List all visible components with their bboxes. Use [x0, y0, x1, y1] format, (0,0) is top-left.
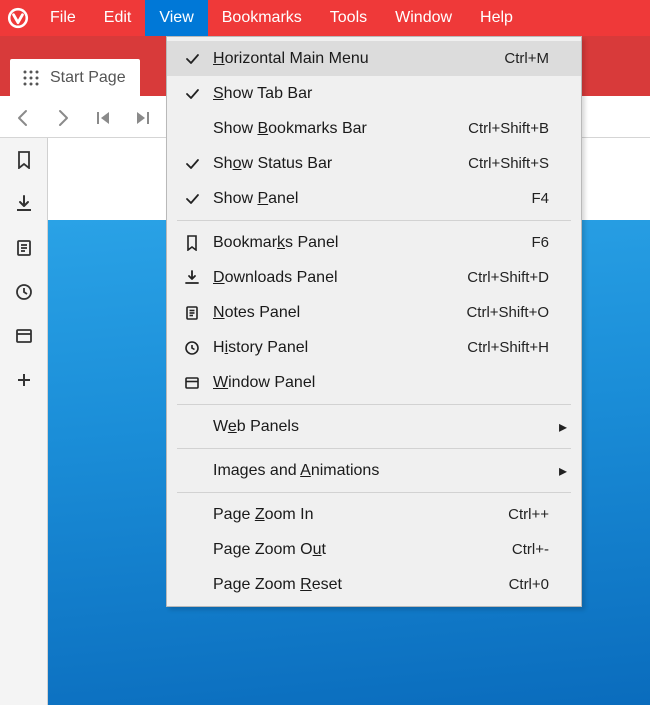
- menu-item-show-tab-bar[interactable]: Show Tab Bar: [167, 76, 581, 111]
- menu-item-shortcut: Ctrl+Shift+S: [439, 155, 549, 172]
- menu-item-label: Window Panel: [207, 374, 439, 392]
- rewind-button[interactable]: [90, 105, 116, 131]
- chevron-right-icon: ▸: [549, 417, 567, 437]
- menu-item-label: Notes Panel: [207, 304, 439, 322]
- menu-item-shortcut: Ctrl++: [439, 506, 549, 523]
- menu-item-shortcut: Ctrl+Shift+H: [439, 339, 549, 356]
- side-panel: [0, 138, 48, 705]
- menu-window[interactable]: Window: [381, 0, 466, 36]
- menu-item-label: Show Bookmarks Bar: [207, 120, 439, 138]
- menu-item-label: Show Status Bar: [207, 155, 439, 173]
- menu-item-label: Show Tab Bar: [207, 85, 439, 103]
- menu-item-panel[interactable]: Show PanelF4: [167, 181, 581, 216]
- menu-item-shortcut: Ctrl+Shift+B: [439, 120, 549, 137]
- menu-item-shortcut: Ctrl+Shift+O: [439, 304, 549, 321]
- menu-tools[interactable]: Tools: [316, 0, 381, 36]
- menu-separator: [177, 404, 571, 405]
- menu-item-ut[interactable]: Page Zoom OutCtrl+-: [167, 532, 581, 567]
- panel-history-button[interactable]: [12, 280, 36, 304]
- menu-bookmarks[interactable]: Bookmarks: [208, 0, 316, 36]
- menu-item-notes-panel[interactable]: Notes PanelCtrl+Shift+O: [167, 295, 581, 330]
- menu-item-shortcut: Ctrl+M: [439, 50, 549, 67]
- panel-notes-button[interactable]: [12, 236, 36, 260]
- menu-item-istory-panel[interactable]: History PanelCtrl+Shift+H: [167, 330, 581, 365]
- menu-item-ks-panel[interactable]: Bookmarks PanelF6: [167, 225, 581, 260]
- panel-add-button[interactable]: [12, 368, 36, 392]
- menu-item-animations[interactable]: Images and Animations ▸: [167, 453, 581, 488]
- forward-button[interactable]: [50, 105, 76, 131]
- menu-item-reset[interactable]: Page Zoom ResetCtrl+0: [167, 567, 581, 602]
- vivaldi-logo-icon[interactable]: [0, 0, 36, 36]
- history-icon: [177, 340, 207, 356]
- menu-item-eb-panels[interactable]: Web Panels ▸: [167, 409, 581, 444]
- menu-item-zoom-in[interactable]: Page Zoom InCtrl++: [167, 497, 581, 532]
- apps-grid-icon: [18, 65, 44, 91]
- menu-item-label: History Panel: [207, 339, 439, 357]
- menu-separator: [177, 448, 571, 449]
- back-button[interactable]: [10, 105, 36, 131]
- menu-item-shortcut: Ctrl+0: [439, 576, 549, 593]
- download-icon: [177, 270, 207, 286]
- menu-item-label: Web Panels: [207, 418, 439, 436]
- fast-forward-button[interactable]: [130, 105, 156, 131]
- window-icon: [177, 375, 207, 391]
- menu-separator: [177, 220, 571, 221]
- chevron-right-icon: ▸: [549, 461, 567, 481]
- menu-item-label: Images and Animations: [207, 462, 439, 480]
- check-icon: [177, 156, 207, 172]
- menu-item-shortcut: F6: [439, 234, 549, 251]
- bookmark-icon: [177, 235, 207, 251]
- check-icon: [177, 51, 207, 67]
- notes-icon: [177, 305, 207, 321]
- tab-start-page[interactable]: Start Page: [10, 59, 140, 97]
- menu-item-shortcut: Ctrl+Shift+D: [439, 269, 549, 286]
- menu-help[interactable]: Help: [466, 0, 527, 36]
- panel-downloads-button[interactable]: [12, 192, 36, 216]
- menu-item-horizontal-main-menu[interactable]: Horizontal Main MenuCtrl+M: [167, 41, 581, 76]
- menu-item-label: Page Zoom Reset: [207, 576, 439, 594]
- menu-item-label: Show Panel: [207, 190, 439, 208]
- menu-edit[interactable]: Edit: [90, 0, 146, 36]
- menu-item-shortcut: Ctrl+-: [439, 541, 549, 558]
- panel-window-button[interactable]: [12, 324, 36, 348]
- menu-item-label: Horizontal Main Menu: [207, 50, 439, 68]
- menu-item-shortcut: F4: [439, 190, 549, 207]
- menubar: File Edit View Bookmarks Tools Window He…: [0, 0, 650, 36]
- menu-item-label: Page Zoom In: [207, 506, 439, 524]
- check-icon: [177, 86, 207, 102]
- menu-item-bookmarks-bar[interactable]: Show Bookmarks BarCtrl+Shift+B: [167, 111, 581, 146]
- menu-item-downloads-panel[interactable]: Downloads PanelCtrl+Shift+D: [167, 260, 581, 295]
- check-icon: [177, 191, 207, 207]
- menu-file[interactable]: File: [36, 0, 90, 36]
- menu-item-label: Downloads Panel: [207, 269, 439, 287]
- menu-item-window-panel[interactable]: Window Panel: [167, 365, 581, 400]
- menu-view[interactable]: View: [145, 0, 207, 36]
- view-menu-dropdown: Horizontal Main MenuCtrl+M Show Tab Bar Sh…: [166, 36, 582, 607]
- menu-separator: [177, 492, 571, 493]
- menu-item-ow-status-bar[interactable]: Show Status BarCtrl+Shift+S: [167, 146, 581, 181]
- tab-label: Start Page: [50, 69, 126, 87]
- menu-item-label: Bookmarks Panel: [207, 234, 439, 252]
- menu-item-label: Page Zoom Out: [207, 541, 439, 559]
- panel-bookmarks-button[interactable]: [12, 148, 36, 172]
